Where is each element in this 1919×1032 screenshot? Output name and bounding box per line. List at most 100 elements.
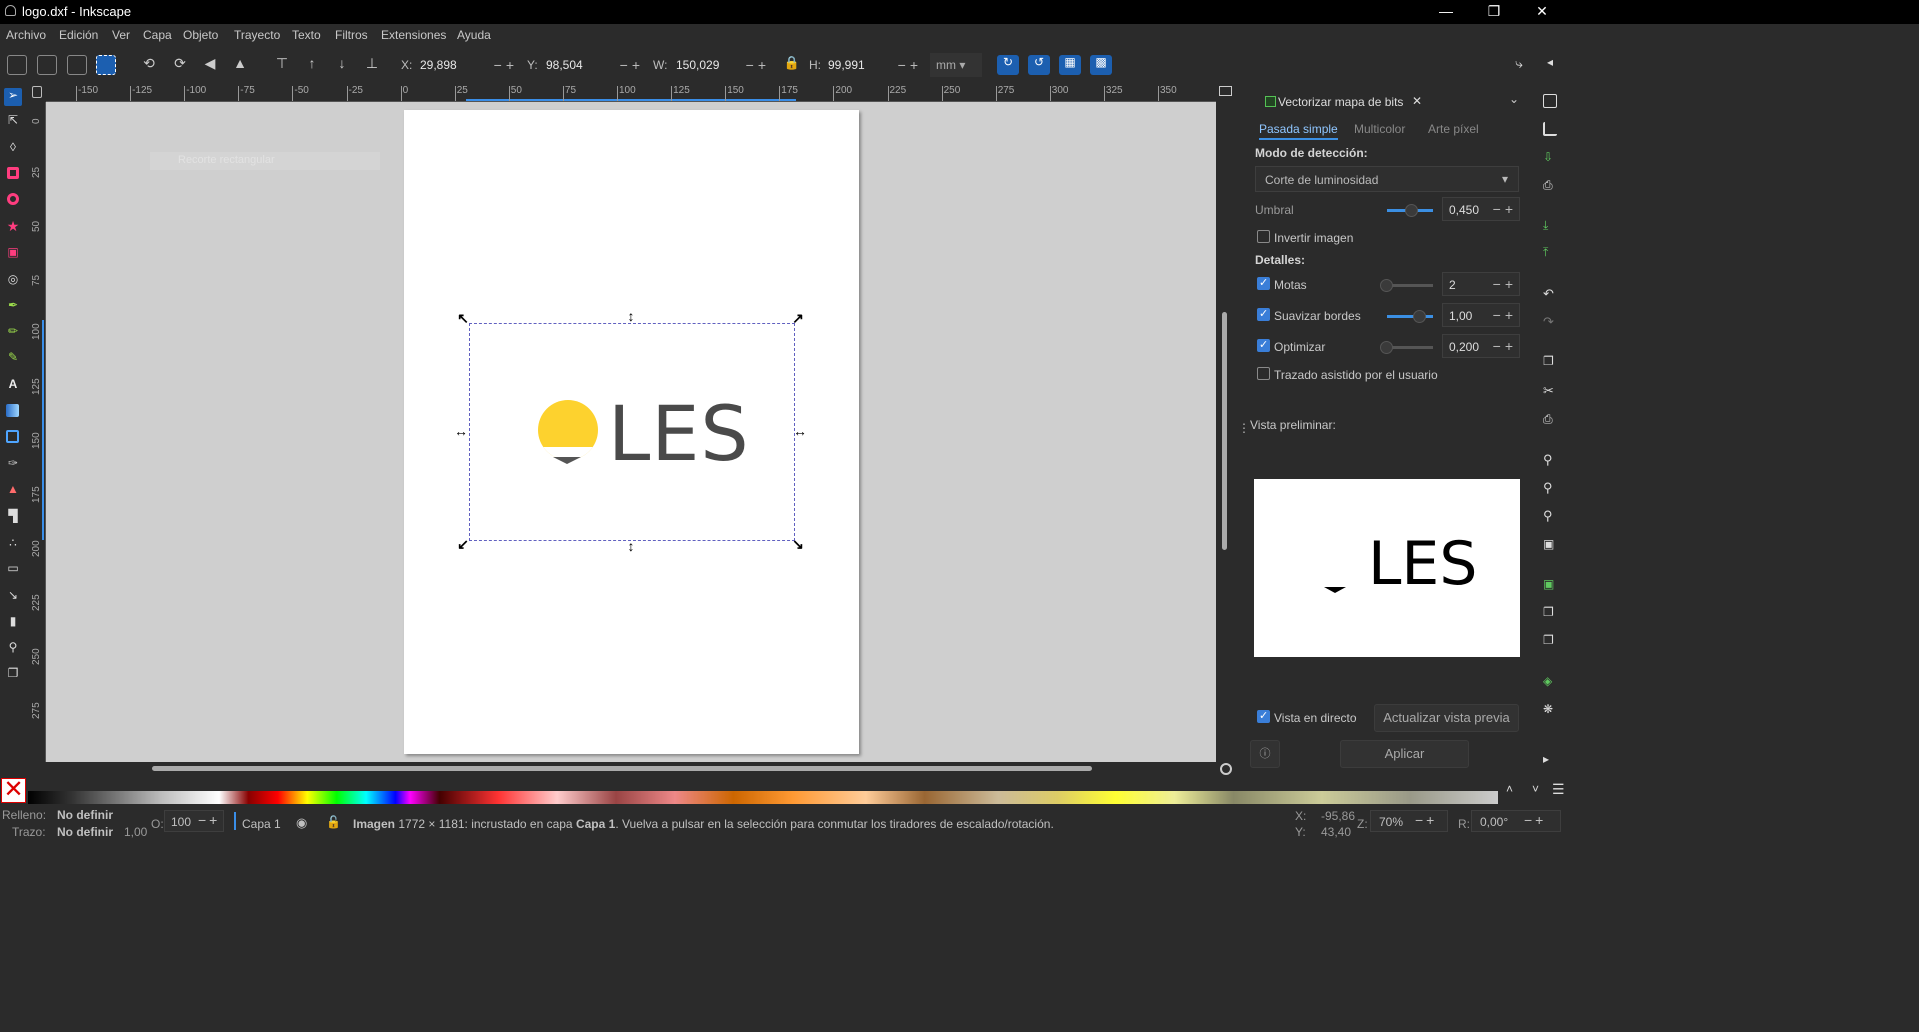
calligraphy-tool-icon[interactable]: ✎ (4, 350, 22, 368)
panel-tab[interactable]: Vectorizar mapa de bits ✕ (1255, 90, 1433, 112)
horizontal-ruler[interactable]: -150 -125 -100 -75 -50 -25 0 25 50 75 100 125 150 175… (46, 82, 1216, 102)
flip-vertical-icon[interactable]: ▲ (230, 55, 250, 75)
zoom-page-icon[interactable]: ⚲ (1543, 508, 1557, 523)
gradient-tool-icon[interactable] (6, 404, 19, 417)
logo-triangle-shape[interactable] (553, 457, 581, 464)
smooth-checkbox[interactable] (1257, 307, 1270, 321)
scale-corners-icon[interactable]: ↺ (1028, 55, 1050, 75)
scale-stroke-icon[interactable]: ↻ (997, 55, 1019, 75)
save-icon[interactable]: ⇩ (1543, 150, 1557, 164)
vertical-scrollbar-thumb[interactable] (1222, 312, 1227, 550)
rectangle-tool-icon[interactable] (7, 167, 19, 179)
new-document-icon[interactable] (1543, 94, 1557, 108)
threshold-slider[interactable] (1387, 204, 1433, 217)
export-icon[interactable]: ⤒ (1543, 245, 1557, 259)
zoom-width-icon[interactable]: ▣ (1543, 537, 1557, 551)
palette-scroll-down-icon[interactable]: ˅ (1532, 782, 1539, 796)
scale-handle-nw[interactable]: ↖ (455, 310, 471, 326)
duplicate-icon[interactable]: ▣ (1543, 577, 1557, 591)
smooth-slider-knob[interactable] (1413, 310, 1426, 323)
scale-handle-se[interactable]: ↘ (790, 536, 806, 552)
redo-icon[interactable]: ↷ (1543, 314, 1557, 329)
zoom-stepper-icon[interactable]: −+ (1415, 812, 1437, 828)
fill-value[interactable]: No definir (57, 808, 113, 822)
ruler-corner-lock-icon[interactable] (32, 86, 42, 98)
tweak-brush-tool-icon[interactable]: ▜ (4, 509, 22, 527)
smooth-stepper-icon[interactable]: −+ (1493, 307, 1517, 323)
flip-horizontal-icon[interactable]: ◀ (200, 55, 220, 75)
paint-bucket-tool-icon[interactable]: ▲ (4, 482, 22, 500)
scale-handle-e[interactable]: ↔ (792, 423, 808, 439)
zoom-drawing-icon[interactable]: ⚲ (1543, 480, 1557, 495)
menu-extensiones[interactable]: Extensiones (381, 28, 446, 42)
clone-icon[interactable]: ❐ (1543, 605, 1557, 619)
palette-swatches[interactable] (28, 791, 1498, 804)
y-stepper-icon[interactable]: −+ (620, 57, 644, 73)
scale-handle-sw[interactable]: ↙ (455, 536, 471, 552)
menu-capa[interactable]: Capa (143, 28, 172, 42)
optimize-stepper-icon[interactable]: −+ (1493, 338, 1517, 354)
scale-handle-w[interactable]: ↔ (453, 423, 469, 439)
no-paint-swatch[interactable]: ✕ (1, 778, 26, 803)
menu-texto[interactable]: Texto (292, 28, 321, 42)
dropper-tool-icon[interactable]: ✑ (4, 456, 22, 474)
invert-checkbox[interactable] (1257, 230, 1270, 243)
rotation-field[interactable]: 0,00° −+ (1471, 810, 1561, 832)
tweak-tool-icon[interactable]: ◊ (4, 140, 22, 158)
assisted-checkbox[interactable] (1257, 367, 1270, 380)
menu-filtros[interactable]: Filtros (335, 28, 368, 42)
lower-to-bottom-icon[interactable]: ⊥ (362, 55, 382, 75)
speckles-slider-knob[interactable] (1380, 279, 1393, 292)
spiral-tool-icon[interactable]: ◎ (4, 272, 22, 290)
minimize-button[interactable]: — (1423, 0, 1469, 24)
optimize-checkbox[interactable] (1257, 338, 1270, 352)
opacity-stepper-icon[interactable]: −+ (198, 812, 220, 828)
tab-arte-pixel[interactable]: Arte píxel (1428, 122, 1479, 136)
palette-menu-icon[interactable]: ☰ (1552, 781, 1565, 798)
snap-icon[interactable]: ⤷ (1509, 55, 1529, 75)
speckles-checkbox[interactable] (1257, 276, 1270, 290)
lock-ratio-icon[interactable]: 🔒 (782, 55, 802, 75)
menu-archivo[interactable]: Archivo (6, 28, 46, 42)
horizontal-scrollbar-thumb[interactable] (152, 766, 1092, 771)
paste-icon[interactable]: ⎙ (1543, 412, 1557, 426)
move-gradients-icon[interactable]: ▦ (1059, 55, 1081, 75)
deselect-icon[interactable] (67, 55, 87, 75)
pencil-tool-icon[interactable]: ✏ (4, 324, 22, 342)
ellipse-tool-icon[interactable] (7, 193, 19, 205)
h-field[interactable]: 99,991 −+ (822, 53, 926, 77)
logo-sun-shape[interactable] (538, 400, 598, 460)
node-tool-icon[interactable]: ⇱ (4, 113, 22, 131)
menu-ver[interactable]: Ver (112, 28, 130, 42)
optimize-slider-knob[interactable] (1380, 341, 1393, 354)
menu-ayuda[interactable]: Ayuda (457, 28, 491, 42)
tab-multicolor[interactable]: Multicolor (1354, 122, 1405, 136)
zoom-field[interactable]: 70% −+ (1370, 810, 1448, 832)
apply-button[interactable]: Aplicar (1340, 740, 1469, 768)
mode-select[interactable]: Corte de luminosidad ▾ (1255, 166, 1519, 192)
lower-icon[interactable]: ↓ (332, 55, 352, 75)
cut-icon[interactable]: ✂ (1543, 383, 1557, 398)
close-button[interactable]: ✕ (1519, 0, 1565, 24)
vertical-ruler[interactable]: 0 25 50 75 100 125 150 175 200 225 250 275 (30, 102, 46, 762)
smooth-field[interactable]: 1,00 −+ (1442, 303, 1520, 327)
opacity-field[interactable]: 100 −+ (164, 810, 224, 832)
display-mode-icon[interactable] (1219, 86, 1232, 96)
layer-lock-icon[interactable]: 🔓 (326, 815, 341, 829)
raise-icon[interactable]: ↑ (302, 55, 322, 75)
raise-to-top-icon[interactable]: ⊤ (272, 55, 292, 75)
3d-box-tool-icon[interactable]: ▣ (4, 245, 22, 263)
stroke-width[interactable]: 1,00 (124, 825, 147, 839)
y-field[interactable]: 98,504 −+ (540, 53, 648, 77)
rotation-stepper-icon[interactable]: −+ (1524, 812, 1546, 828)
tab-pasada-simple[interactable]: Pasada simple (1259, 122, 1338, 140)
palette-scroll-up-icon[interactable]: ˄ (1506, 782, 1513, 796)
unit-select[interactable]: mm ▾ (930, 53, 982, 77)
smooth-slider[interactable] (1387, 310, 1433, 323)
scale-handle-ne[interactable]: ↗ (790, 310, 806, 326)
w-field[interactable]: 150,029 −+ (670, 53, 774, 77)
restore-button[interactable]: ❐ (1471, 0, 1517, 24)
undo-icon[interactable]: ↶ (1543, 286, 1557, 301)
h-stepper-icon[interactable]: −+ (898, 57, 922, 73)
rotate-cw-icon[interactable]: ⟳ (170, 55, 190, 75)
